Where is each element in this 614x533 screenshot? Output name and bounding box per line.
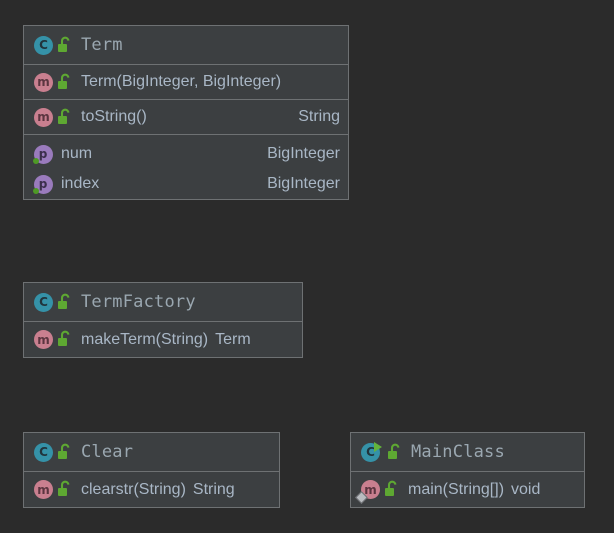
uml-member-type: void bbox=[511, 480, 541, 498]
uml-member-row[interactable]: m main(String[]) void bbox=[351, 472, 584, 507]
class-icon-letter: C bbox=[34, 442, 53, 462]
uml-member-name: index bbox=[61, 175, 100, 192]
class-icon: C bbox=[33, 442, 54, 463]
uml-member-row[interactable]: p num BigInteger bbox=[24, 139, 348, 169]
uml-member-type: BigInteger bbox=[267, 175, 340, 192]
uml-member-name: main(String[]) bbox=[408, 480, 505, 498]
unlocked-padlock-icon bbox=[56, 108, 73, 127]
method-icon-letter: m bbox=[34, 72, 53, 92]
method-icon-letter: m bbox=[34, 107, 53, 127]
property-icon: p bbox=[33, 174, 53, 194]
uml-class-clear[interactable]: C Clear m clearstr(String) String bbox=[23, 432, 280, 508]
uml-member-name: toString() bbox=[81, 108, 147, 125]
unlocked-padlock-icon bbox=[56, 36, 73, 55]
method-static-icon: m bbox=[355, 479, 381, 504]
unlocked-padlock-icon bbox=[56, 480, 73, 499]
uml-member-name: makeTerm(String) bbox=[81, 330, 209, 348]
property-icon: p bbox=[33, 144, 53, 164]
uml-member-row[interactable]: m toString() String bbox=[24, 100, 348, 135]
method-icon: m bbox=[33, 329, 54, 350]
unlocked-padlock-icon bbox=[56, 443, 73, 462]
uml-member-name: Term(BigInteger, BigInteger) bbox=[81, 73, 282, 90]
uml-class-mainclass[interactable]: C MainClass m main(String[]) void bbox=[350, 432, 585, 508]
uml-class-name: Term bbox=[81, 35, 123, 55]
uml-member-type: BigInteger bbox=[267, 145, 340, 162]
uml-member-name: num bbox=[61, 145, 93, 162]
run-arrow-icon bbox=[374, 441, 382, 452]
class-icon: C bbox=[33, 292, 54, 313]
public-dot-icon bbox=[33, 158, 39, 164]
uml-class-header[interactable]: C Term bbox=[24, 26, 348, 65]
uml-class-term[interactable]: C Term m Term(BigInteger, BigInteger) m … bbox=[23, 25, 349, 200]
uml-class-name: Clear bbox=[81, 442, 134, 462]
unlocked-padlock-icon bbox=[56, 330, 73, 349]
public-dot-icon bbox=[33, 188, 39, 194]
uml-class-name: TermFactory bbox=[81, 292, 196, 312]
uml-class-header[interactable]: C MainClass bbox=[351, 433, 584, 472]
uml-member-row[interactable]: p index BigInteger bbox=[24, 169, 348, 199]
uml-member-type: String bbox=[192, 480, 235, 498]
uml-diagram-canvas: C Term m Term(BigInteger, BigInteger) m … bbox=[0, 0, 614, 533]
class-runnable-icon: C bbox=[360, 441, 382, 463]
uml-member-name: clearstr(String) bbox=[81, 480, 186, 498]
uml-class-header[interactable]: C TermFactory bbox=[24, 283, 302, 322]
uml-member-row[interactable]: m clearstr(String) String bbox=[24, 472, 279, 507]
method-icon: m bbox=[33, 479, 54, 500]
unlocked-padlock-icon bbox=[386, 443, 403, 462]
uml-member-type: String bbox=[298, 108, 340, 125]
class-icon-letter: C bbox=[34, 292, 53, 312]
uml-member-type: Term bbox=[215, 330, 251, 348]
class-icon-letter: C bbox=[34, 35, 53, 55]
unlocked-padlock-icon bbox=[56, 293, 73, 312]
uml-member-row[interactable]: m makeTerm(String) Term bbox=[24, 322, 302, 357]
uml-member-row[interactable]: m Term(BigInteger, BigInteger) bbox=[24, 65, 348, 100]
method-icon-letter: m bbox=[34, 480, 53, 499]
method-icon-letter: m bbox=[34, 330, 53, 349]
unlocked-padlock-icon bbox=[383, 480, 400, 499]
class-icon: C bbox=[33, 35, 54, 56]
method-icon: m bbox=[33, 72, 54, 93]
uml-class-header[interactable]: C Clear bbox=[24, 433, 279, 472]
uml-class-termfactory[interactable]: C TermFactory m makeTerm(String) Term bbox=[23, 282, 303, 358]
method-icon: m bbox=[33, 107, 54, 128]
uml-class-name: MainClass bbox=[411, 442, 505, 462]
unlocked-padlock-icon bbox=[56, 73, 73, 92]
